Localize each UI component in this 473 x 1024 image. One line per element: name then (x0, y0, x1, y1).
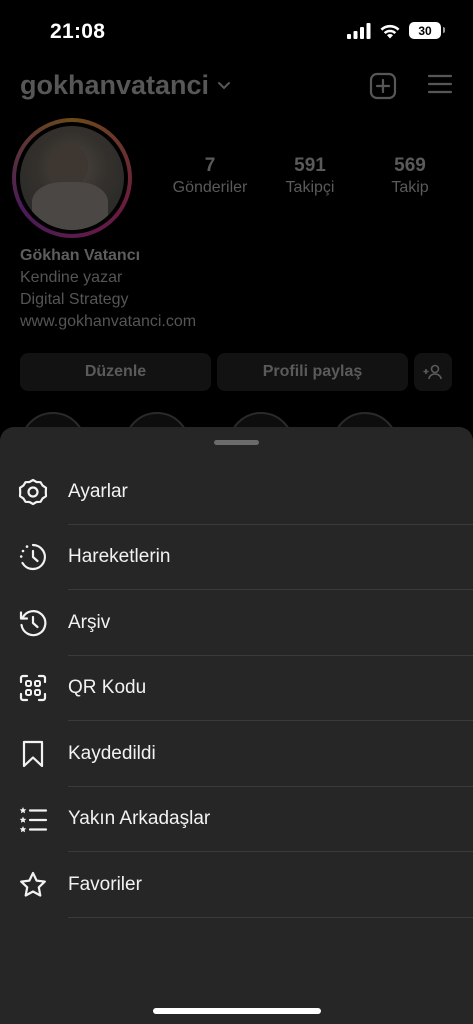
sheet-grabber[interactable] (214, 440, 259, 445)
home-indicator[interactable] (153, 1008, 321, 1014)
menu-item-close-friends[interactable]: Yakın Arkadaşlar (0, 787, 473, 852)
profile-bio: Gökhan Vatancı Kendine yazar Digital Str… (20, 245, 196, 333)
menu-label: Yakın Arkadaşlar (68, 808, 211, 830)
menu-item-qr-code[interactable]: QR Kodu (0, 656, 473, 721)
stat-posts-label: Gönderiler (172, 179, 248, 196)
profile-avatar[interactable] (12, 118, 132, 238)
menu-label: Hareketlerin (68, 546, 171, 568)
options-menu: Ayarlar Hareketlerin Arşiv QR Kodu Kayde… (0, 459, 473, 918)
menu-item-settings[interactable]: Ayarlar (0, 459, 473, 525)
bio-line-1: Kendine yazar (20, 269, 123, 286)
stat-followers-value: 591 (294, 155, 326, 176)
menu-item-archive[interactable]: Arşiv (0, 590, 473, 656)
bio-name: Gökhan Vatancı (20, 247, 141, 264)
menu-label: Arşiv (68, 611, 111, 633)
bio-link[interactable]: www.gokhanvatanci.com (20, 311, 196, 333)
bookmark-icon (18, 739, 48, 769)
menu-label: Kaydedildi (68, 742, 156, 764)
create-post-icon[interactable] (369, 72, 397, 100)
menu-label: Ayarlar (68, 480, 128, 502)
bio-line-2: Digital Strategy (20, 291, 129, 308)
menu-label: QR Kodu (68, 677, 147, 699)
star-icon (18, 870, 48, 900)
stat-followers-label: Takipçi (285, 179, 335, 196)
options-bottom-sheet: Ayarlar Hareketlerin Arşiv QR Kodu Kayde… (0, 427, 473, 1024)
stat-followers[interactable]: 591 Takipçi (265, 155, 355, 197)
add-person-icon (423, 364, 442, 380)
discover-people-button[interactable] (414, 353, 452, 391)
settings-gear-icon (18, 477, 48, 507)
edit-profile-button[interactable]: Düzenle (20, 353, 211, 391)
stat-following-label: Takip (391, 179, 429, 196)
stat-posts[interactable]: 7 Gönderiler (165, 155, 255, 197)
profile-background: gokhanvatanci 7 Gönderiler 591 Takipçi 5… (0, 0, 473, 478)
stat-following[interactable]: 569 Takip (365, 155, 455, 197)
activity-clock-icon (18, 542, 48, 572)
menu-item-saved[interactable]: Kaydedildi (0, 721, 473, 787)
close-friends-list-icon (18, 804, 48, 834)
avatar-photo (20, 126, 124, 230)
stat-following-value: 569 (394, 155, 426, 176)
menu-item-activity[interactable]: Hareketlerin (0, 525, 473, 590)
menu-label: Favoriler (68, 873, 142, 895)
stat-posts-value: 7 (204, 155, 216, 176)
profile-buttons: Düzenle Profili paylaş (20, 353, 452, 391)
profile-stats: 7 Gönderiler 591 Takipçi 569 Takip (165, 155, 455, 197)
archive-history-icon (18, 608, 48, 638)
username-text: gokhanvatanci (20, 70, 210, 100)
qr-code-icon (18, 673, 48, 703)
hamburger-menu-icon[interactable] (427, 72, 453, 96)
chevron-down-icon (218, 81, 231, 89)
share-profile-button[interactable]: Profili paylaş (217, 353, 408, 391)
divider (68, 916, 473, 918)
menu-item-favorites[interactable]: Favoriler (0, 852, 473, 918)
profile-username[interactable]: gokhanvatanci (20, 70, 231, 101)
profile-header-actions (369, 72, 453, 100)
